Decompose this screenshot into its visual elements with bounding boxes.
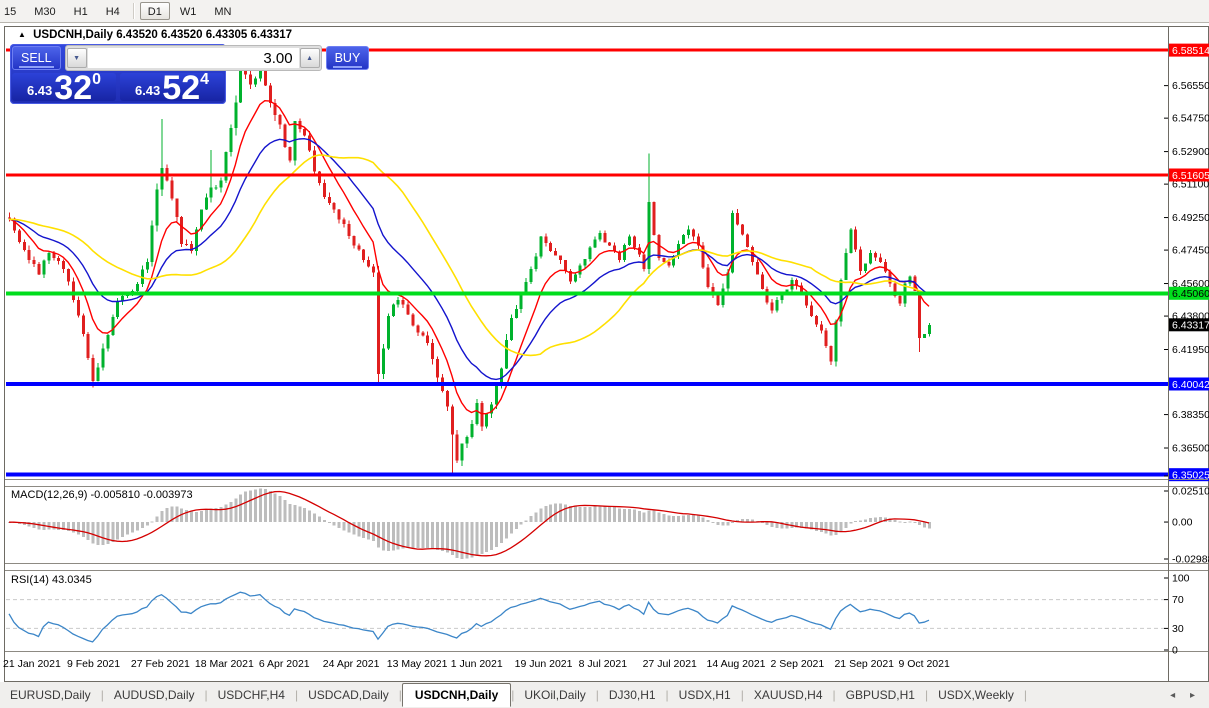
date-tick-label: 2 Sep 2021 <box>771 658 825 670</box>
chart-tab-usdx-weekly[interactable]: USDX,Weekly <box>928 685 1024 705</box>
date-tick-label: 19 Jun 2021 <box>515 658 573 670</box>
chart-tab-usdchf-h4[interactable]: USDCHF,H4 <box>208 685 295 705</box>
timeframe-button-mn[interactable]: MN <box>206 2 239 20</box>
price-badge-6.58514: 6.58514 <box>1172 45 1209 57</box>
macd-indicator-label: MACD(12,26,9) -0.005810 -0.003973 <box>11 489 193 501</box>
price-tick-label: 6.54750 <box>1172 113 1209 125</box>
volume-increase-button[interactable]: ▲ <box>300 48 320 68</box>
price-badge-6.51605: 6.51605 <box>1172 170 1209 182</box>
bid-price-button[interactable]: 6.43 32 0 <box>12 73 116 101</box>
chart-tab-gbpusd-h1[interactable]: GBPUSD,H1 <box>836 685 925 705</box>
timeframe-button-d1[interactable]: D1 <box>140 2 170 20</box>
price-tick-label: 6.38350 <box>1172 409 1209 421</box>
toolbar-separator <box>133 3 135 19</box>
chart-tab-usdcad-daily[interactable]: USDCAD,Daily <box>298 685 399 705</box>
date-tick-label: 9 Feb 2021 <box>67 658 120 670</box>
timeframe-button-h4[interactable]: H4 <box>98 2 128 20</box>
chart-tab-audusd-daily[interactable]: AUDUSD,Daily <box>104 685 205 705</box>
timeframe-button-h1[interactable]: H1 <box>66 2 96 20</box>
date-tick-label: 13 May 2021 <box>387 658 448 670</box>
date-tick-label: 14 Aug 2021 <box>707 658 766 670</box>
buy-button-label: BUY <box>333 51 363 68</box>
price-tick-label: 6.56550 <box>1172 80 1209 92</box>
date-axis[interactable]: 21 Jan 2021 9 Feb 2021 27 Feb 2021 18 Mar 2… <box>3 658 950 670</box>
sell-button[interactable]: SELL <box>12 46 61 70</box>
bid-price-prefix: 6.43 <box>27 83 52 98</box>
volume-stepper: ▼ ▲ <box>65 45 322 71</box>
rsi-axis-label: 100 <box>1172 573 1190 585</box>
one-click-trading-panel: SELL ▼ ▲ BUY 6.43 32 0 6.43 52 4 <box>10 44 226 104</box>
date-tick-label: 9 Oct 2021 <box>898 658 950 670</box>
date-tick-label: 21 Sep 2021 <box>834 658 894 670</box>
chart-tab-ukoil-daily[interactable]: UKOil,Daily <box>514 685 595 705</box>
chart-tab-eurusd-daily[interactable]: EURUSD,Daily <box>0 685 101 705</box>
bid-price-big-digits: 32 <box>54 75 92 101</box>
ask-price-prefix: 6.43 <box>135 83 160 98</box>
tab-scroll-arrows[interactable]: ◂ ▸ <box>1170 690 1201 701</box>
volume-decrease-button[interactable]: ▼ <box>67 48 87 68</box>
timeframe-toolbar: 15M30H1H4 D1W1MN <box>0 0 1209 23</box>
current-price-badge: 6.43317 <box>1172 320 1209 332</box>
timeframe-button-15[interactable]: 15 <box>0 2 24 20</box>
sell-button-label: SELL <box>19 51 54 68</box>
chart-tab-xauusd-h4[interactable]: XAUUSD,H4 <box>744 685 833 705</box>
date-tick-label: 1 Jun 2021 <box>451 658 503 670</box>
tab-separator: | <box>1024 688 1027 702</box>
collapse-arrow-icon[interactable]: ▲ <box>18 30 26 39</box>
price-badge-6.45060: 6.45060 <box>1172 288 1209 300</box>
price-tick-label: 6.49250 <box>1172 212 1209 224</box>
date-tick-label: 27 Feb 2021 <box>131 658 190 670</box>
price-badge-6.40042: 6.40042 <box>1172 379 1209 391</box>
price-tick-label: 6.36500 <box>1172 443 1209 455</box>
buy-button[interactable]: BUY <box>326 46 370 70</box>
date-tick-label: 24 Apr 2021 <box>323 658 380 670</box>
volume-input[interactable] <box>88 48 299 68</box>
date-tick-label: 6 Apr 2021 <box>259 658 310 670</box>
ask-price-pipette: 4 <box>200 71 209 89</box>
macd-axis-label: -0.02988 <box>1172 554 1209 566</box>
chart-ohlc-values: 6.43520 6.43520 6.43305 6.43317 <box>116 29 292 41</box>
triangle-up-icon: ▲ <box>306 55 313 62</box>
rsi-axis-label: 0 <box>1172 645 1178 657</box>
ask-price-big-digits: 52 <box>162 75 200 101</box>
macd-axis-label: 0.025108 <box>1172 486 1209 498</box>
ask-price-button[interactable]: 6.43 52 4 <box>120 73 224 101</box>
date-tick-label: 8 Jul 2021 <box>579 658 628 670</box>
chart-tab-bar: EURUSD,Daily|AUDUSD,Daily|USDCHF,H4|USDC… <box>0 682 1209 708</box>
chart-tab-dj30-h1[interactable]: DJ30,H1 <box>599 685 666 705</box>
timeframe-button-m30[interactable]: M30 <box>26 2 63 20</box>
mt4-window: 6.565506.547506.529006.511006.492506.474… <box>0 0 1209 708</box>
triangle-down-icon: ▼ <box>73 55 80 62</box>
date-tick-label: 18 Mar 2021 <box>195 658 254 670</box>
date-tick-label: 27 Jul 2021 <box>643 658 697 670</box>
bid-price-pipette: 0 <box>92 71 101 89</box>
chart-window-frame <box>5 27 1209 682</box>
chart-title: ▲ USDCNH,Daily 6.43520 6.43520 6.43305 6… <box>18 29 292 41</box>
price-tick-label: 6.47450 <box>1172 245 1209 257</box>
date-tick-label: 21 Jan 2021 <box>3 658 61 670</box>
price-tick-label: 6.52900 <box>1172 146 1209 158</box>
timeframe-button-w1[interactable]: W1 <box>172 2 205 20</box>
chart-tab-usdcnh-daily[interactable]: USDCNH,Daily <box>402 683 511 707</box>
price-tick-label: 6.41950 <box>1172 344 1209 356</box>
macd-axis-label: 0.00 <box>1172 517 1193 529</box>
rsi-axis-label: 30 <box>1172 623 1184 635</box>
chart-tab-usdx-h1[interactable]: USDX,H1 <box>669 685 741 705</box>
chart-symbol-label: USDCNH,Daily <box>33 29 113 41</box>
rsi-axis-label: 70 <box>1172 594 1184 606</box>
rsi-indicator-label: RSI(14) 43.0345 <box>11 574 92 586</box>
